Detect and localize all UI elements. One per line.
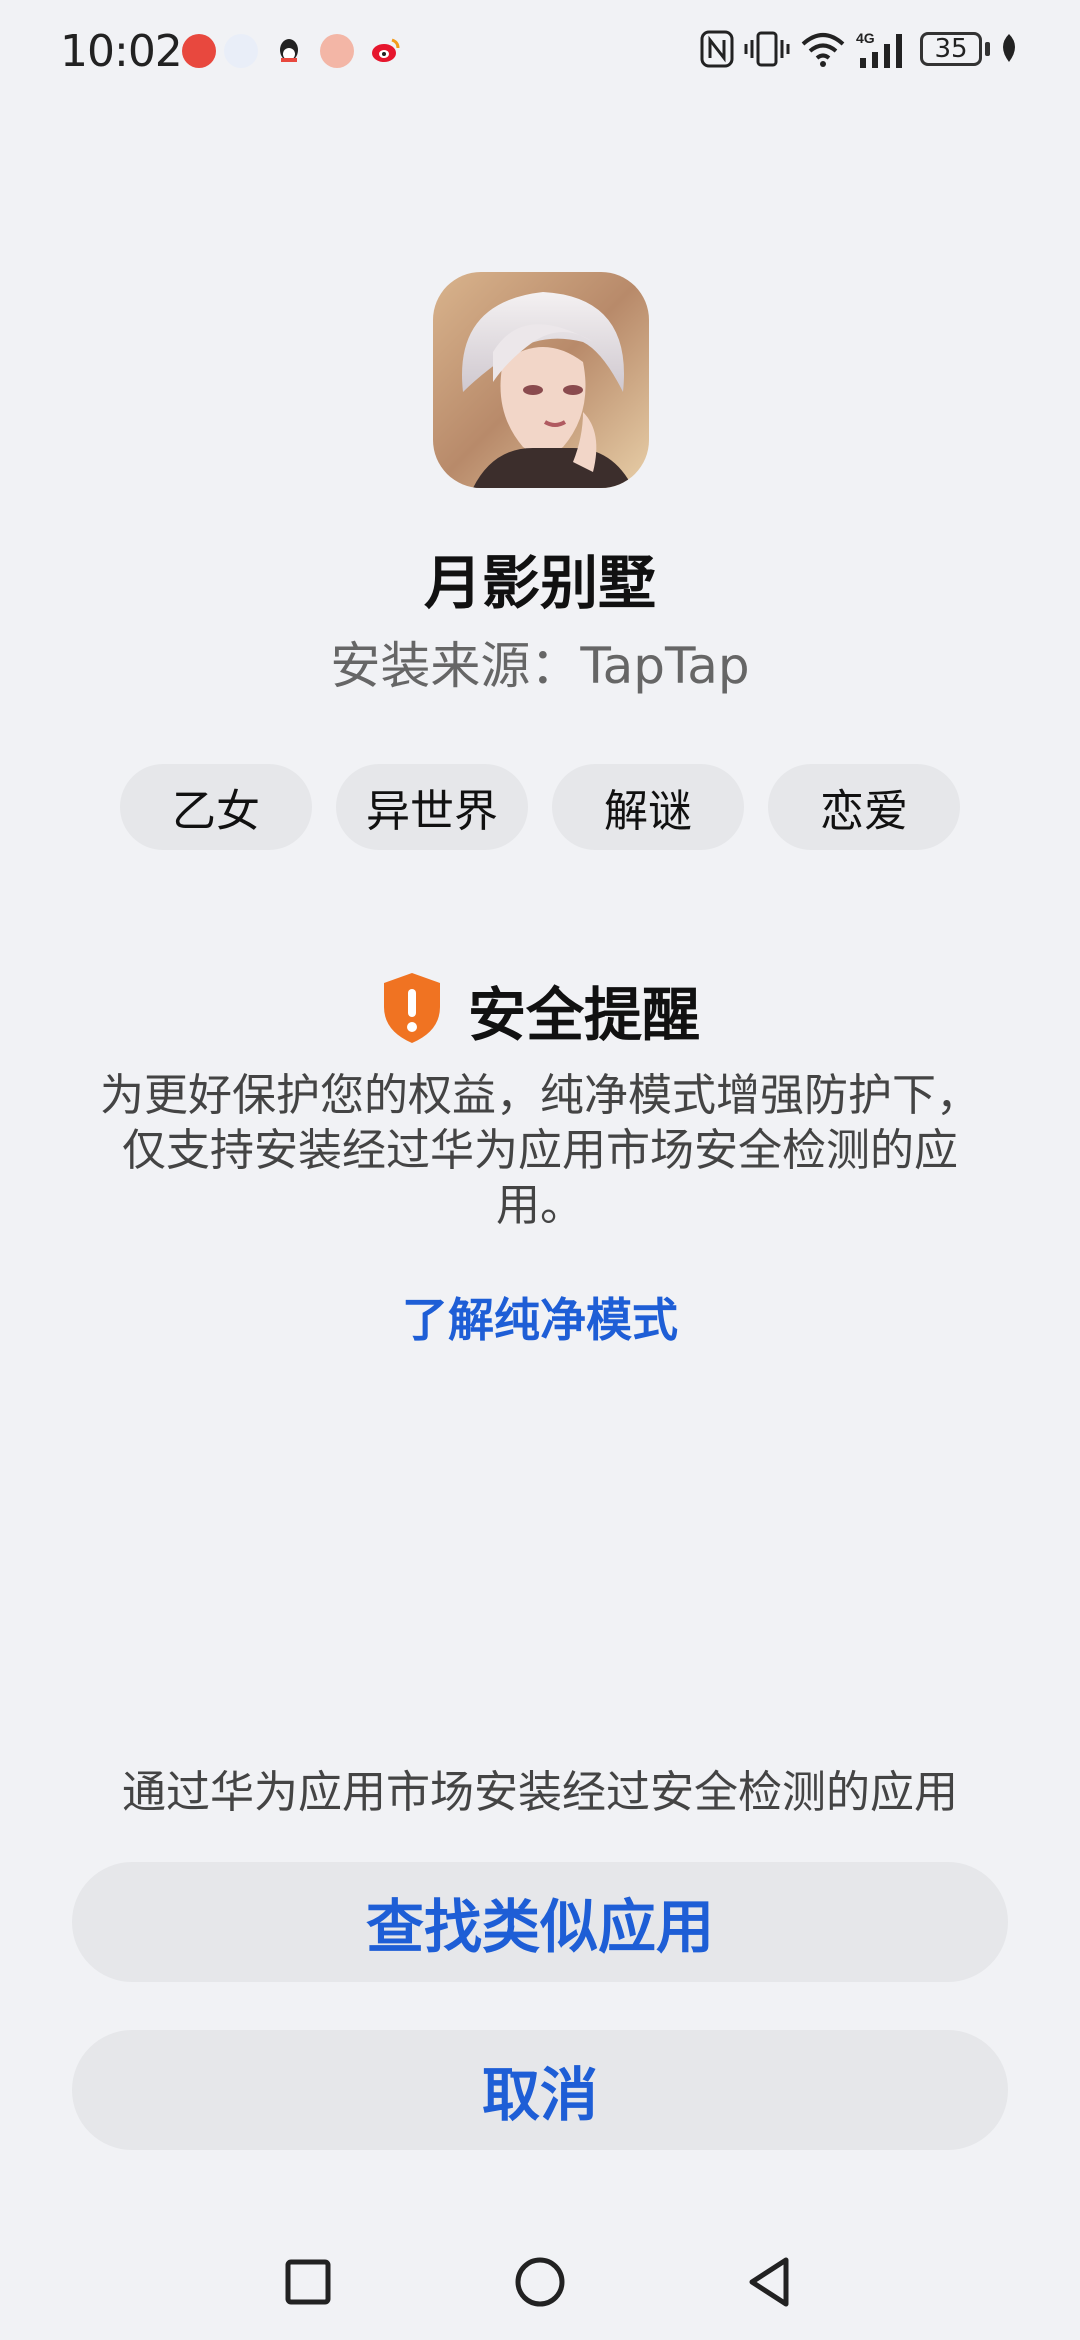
app-icon: [320, 34, 354, 68]
signal-icon: 4G: [856, 30, 912, 79]
weibo-icon: [368, 34, 402, 68]
find-similar-apps-button[interactable]: 查找类似应用: [72, 1862, 1008, 1982]
app-icon: [433, 272, 649, 488]
navigation-bar: [0, 2230, 1080, 2330]
learn-pure-mode-link[interactable]: 了解纯净模式: [0, 1284, 1080, 1350]
warning-message: 为更好保护您的权益，纯净模式增强防护下，仅支持安装经过华为应用市场安全检测的应用…: [100, 1070, 980, 1231]
warning-title: 安全提醒: [467, 981, 700, 1049]
security-warning-header: 安全提醒: [0, 968, 1080, 1052]
app-icon: [224, 34, 258, 68]
install-source: 安装来源：TapTap: [330, 637, 750, 695]
battery-cap: [985, 42, 990, 56]
back-icon[interactable]: [740, 2252, 800, 2312]
status-bar: 10:02 4G 35: [0, 0, 1080, 104]
battery-icon: 35: [920, 32, 982, 66]
tag-chip: 异世界: [336, 764, 528, 850]
wifi-icon: [800, 30, 846, 77]
tag-chip: 恋爱: [768, 764, 960, 850]
cancel-button[interactable]: 取消: [72, 2030, 1008, 2150]
market-hint: 通过华为应用市场安装经过安全检测的应用: [122, 1767, 958, 1818]
shield-alert-icon: [380, 971, 444, 1049]
status-time: 10:02: [60, 26, 183, 77]
alert-app-icon: [182, 34, 216, 68]
home-icon[interactable]: [510, 2252, 570, 2312]
tag-chip: 解谜: [552, 764, 744, 850]
tag-chip: 乙女: [120, 764, 312, 850]
app-name: 月影别墅: [423, 549, 656, 617]
network-type: 4G: [856, 30, 875, 46]
tag-list: 乙女 异世界 解谜 恋爱: [120, 764, 960, 850]
leaf-icon: [998, 30, 1020, 75]
qq-icon: [272, 34, 306, 68]
vibrate-icon: [744, 30, 790, 77]
nfc-icon: [700, 30, 734, 77]
recents-icon[interactable]: [278, 2252, 338, 2312]
